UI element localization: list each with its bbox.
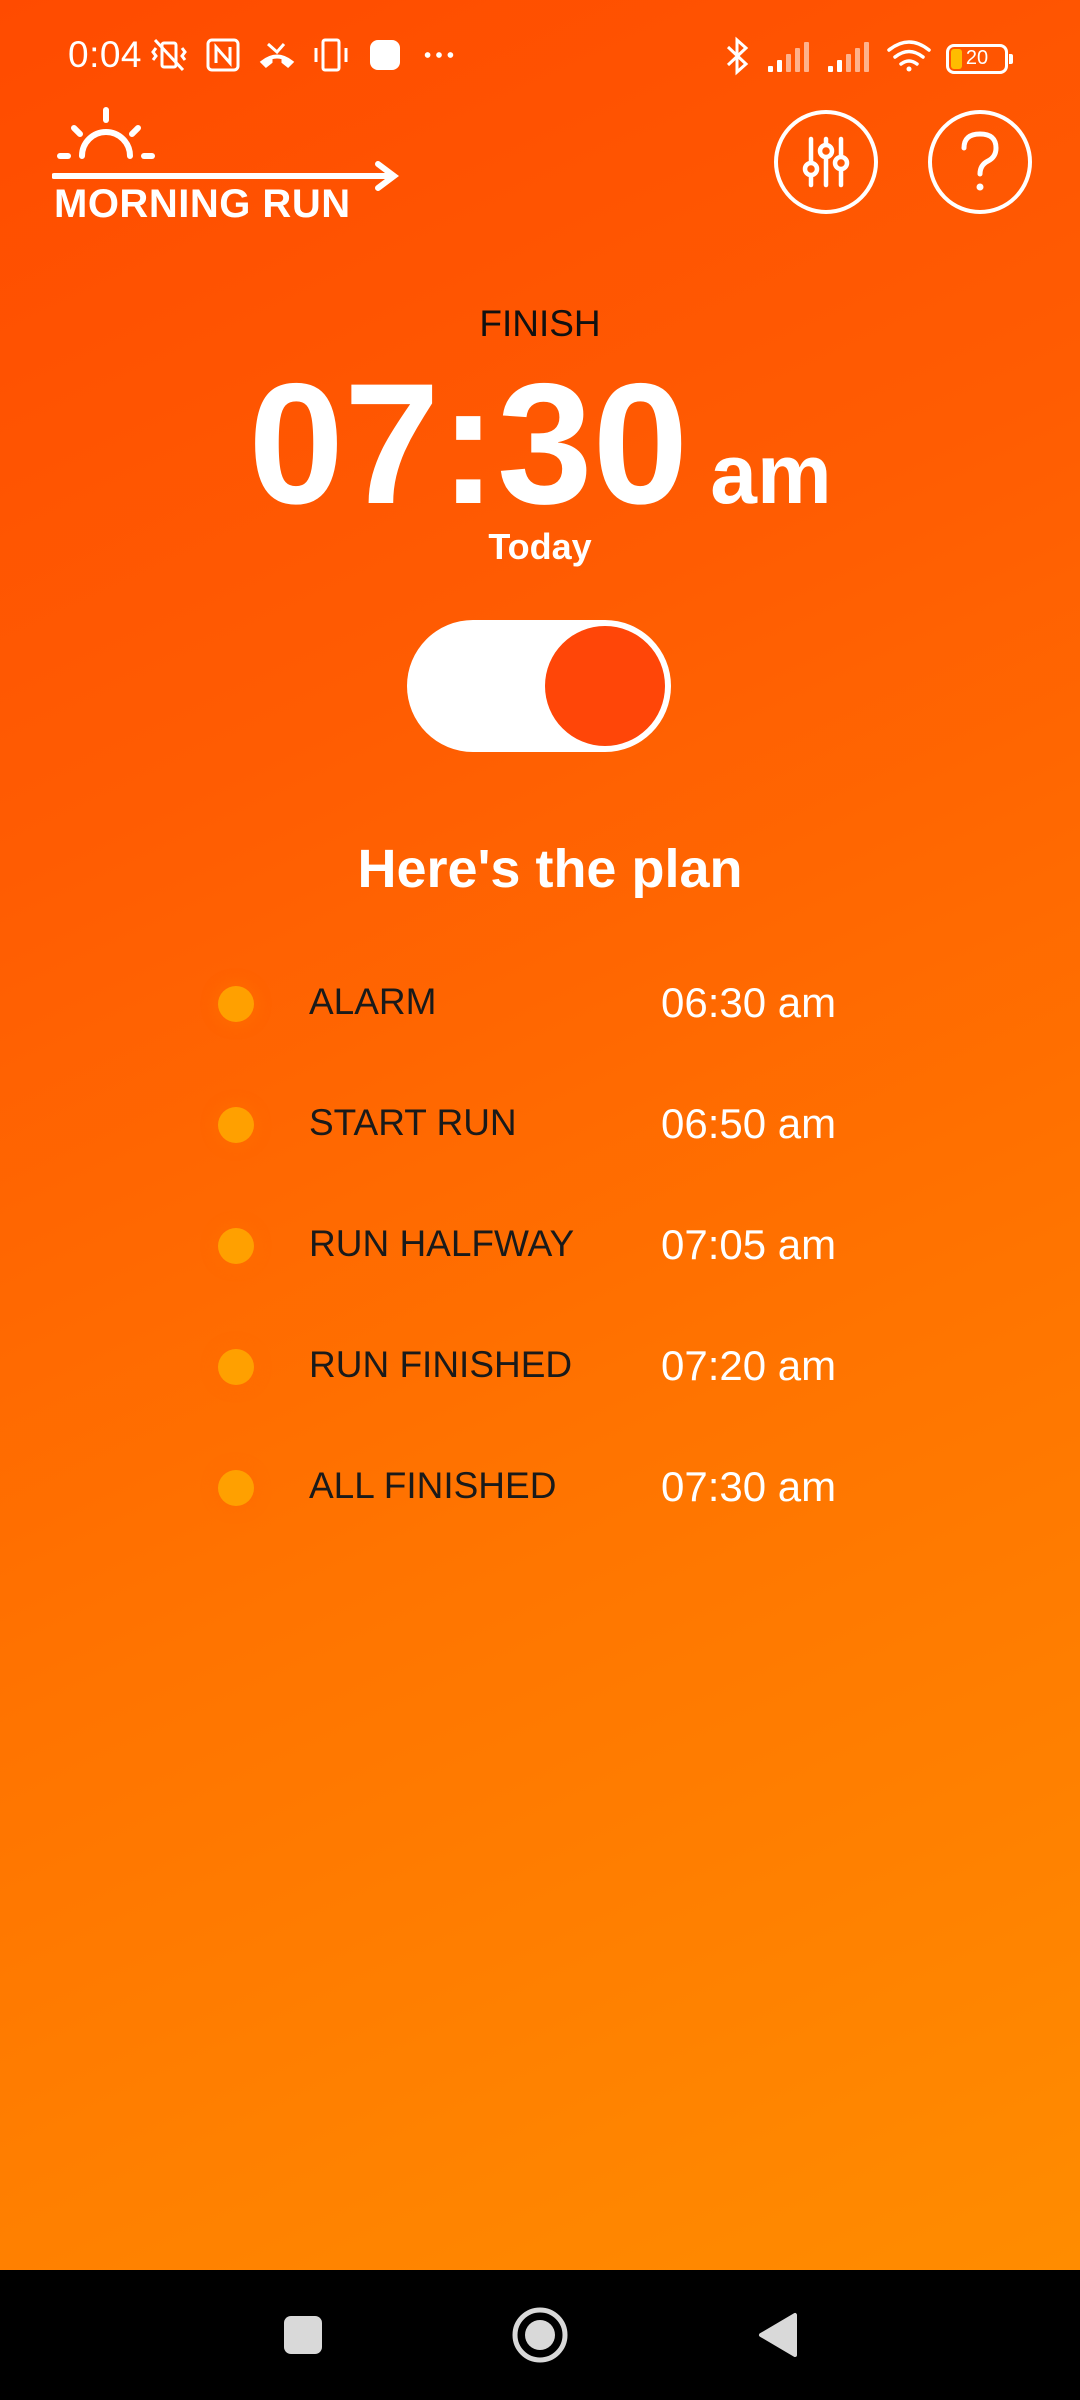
vibrate-off-icon bbox=[150, 36, 188, 74]
home-button[interactable] bbox=[460, 2270, 620, 2400]
home-circle-icon bbox=[512, 2307, 568, 2363]
recents-button[interactable] bbox=[223, 2270, 383, 2400]
plan-item-time: 07:05 am bbox=[661, 1221, 837, 1268]
plan-item-time: 06:50 am bbox=[661, 1100, 837, 1147]
plan-dot-icon bbox=[218, 986, 254, 1022]
plan-dot-icon bbox=[218, 1349, 254, 1385]
app-logo: MORNING RUN bbox=[52, 100, 412, 230]
battery-level-text: 20 bbox=[965, 47, 989, 69]
back-triangle-icon bbox=[759, 2313, 797, 2357]
morning-run-screen: 0:04 20 MORNING RUN FINISH 07:30 am Toda… bbox=[0, 0, 1080, 2400]
battery-fill bbox=[951, 48, 963, 69]
logo-text: MORNING RUN bbox=[54, 182, 351, 226]
bluetooth-icon bbox=[722, 36, 752, 81]
plan-item: RUN HALFWAY 07:05 am bbox=[0, 1206, 1080, 1327]
more-notifications-icon bbox=[420, 36, 458, 74]
plan-item-label: RUN HALFWAY bbox=[309, 1223, 575, 1264]
plan-dot-icon bbox=[218, 1470, 254, 1506]
finish-ampm: am bbox=[710, 427, 832, 521]
phone-sync-icon bbox=[312, 36, 350, 74]
plan-item-label: START RUN bbox=[309, 1102, 517, 1143]
finish-time: 07:30 bbox=[248, 348, 689, 540]
plan-item: START RUN 06:50 am bbox=[0, 1085, 1080, 1206]
sliders-icon bbox=[802, 136, 850, 188]
finish-time-display[interactable]: 07:30 am bbox=[0, 358, 1080, 530]
finish-label: FINISH bbox=[479, 303, 601, 344]
plan-dot-icon bbox=[218, 1228, 254, 1264]
navigation-bar bbox=[0, 2270, 1080, 2400]
plan-item-label: RUN FINISHED bbox=[309, 1344, 573, 1385]
alarm-toggle[interactable] bbox=[407, 620, 671, 752]
settings-button[interactable] bbox=[774, 110, 878, 214]
question-mark-icon bbox=[961, 131, 999, 191]
plan-title: Here's the plan bbox=[357, 839, 743, 899]
plan-item-time: 06:30 am bbox=[661, 979, 837, 1026]
plan-item-label: ALARM bbox=[309, 981, 437, 1022]
finish-day: Today bbox=[488, 526, 592, 567]
nfc-icon bbox=[204, 36, 242, 74]
plan-item-time: 07:30 am bbox=[661, 1463, 837, 1510]
status-left-icons bbox=[150, 36, 458, 74]
battery-icon: 20 bbox=[946, 43, 1013, 74]
plan-dot-icon bbox=[218, 1107, 254, 1143]
toggle-knob bbox=[545, 626, 665, 746]
plan-item-label: ALL FINISHED bbox=[309, 1465, 557, 1506]
signal-strength-icon-1 bbox=[766, 38, 812, 79]
recents-square-icon bbox=[284, 2316, 322, 2354]
status-time: 0:04 bbox=[68, 34, 143, 75]
plan-item: ALL FINISHED 07:30 am bbox=[0, 1448, 1080, 1569]
plan-item-time: 07:20 am bbox=[661, 1342, 837, 1389]
help-button[interactable] bbox=[928, 110, 1032, 214]
wifi-icon bbox=[886, 38, 932, 79]
status-right-icons: 20 bbox=[722, 36, 1013, 81]
plan-list: ALARM 06:30 am START RUN 06:50 am RUN HA… bbox=[0, 964, 1080, 1569]
back-button[interactable] bbox=[697, 2270, 857, 2400]
app-notification-icon bbox=[366, 36, 404, 74]
signal-strength-icon-2 bbox=[826, 38, 872, 79]
missed-call-icon bbox=[258, 36, 296, 74]
plan-item: ALARM 06:30 am bbox=[0, 964, 1080, 1085]
plan-item: RUN FINISHED 07:20 am bbox=[0, 1327, 1080, 1448]
